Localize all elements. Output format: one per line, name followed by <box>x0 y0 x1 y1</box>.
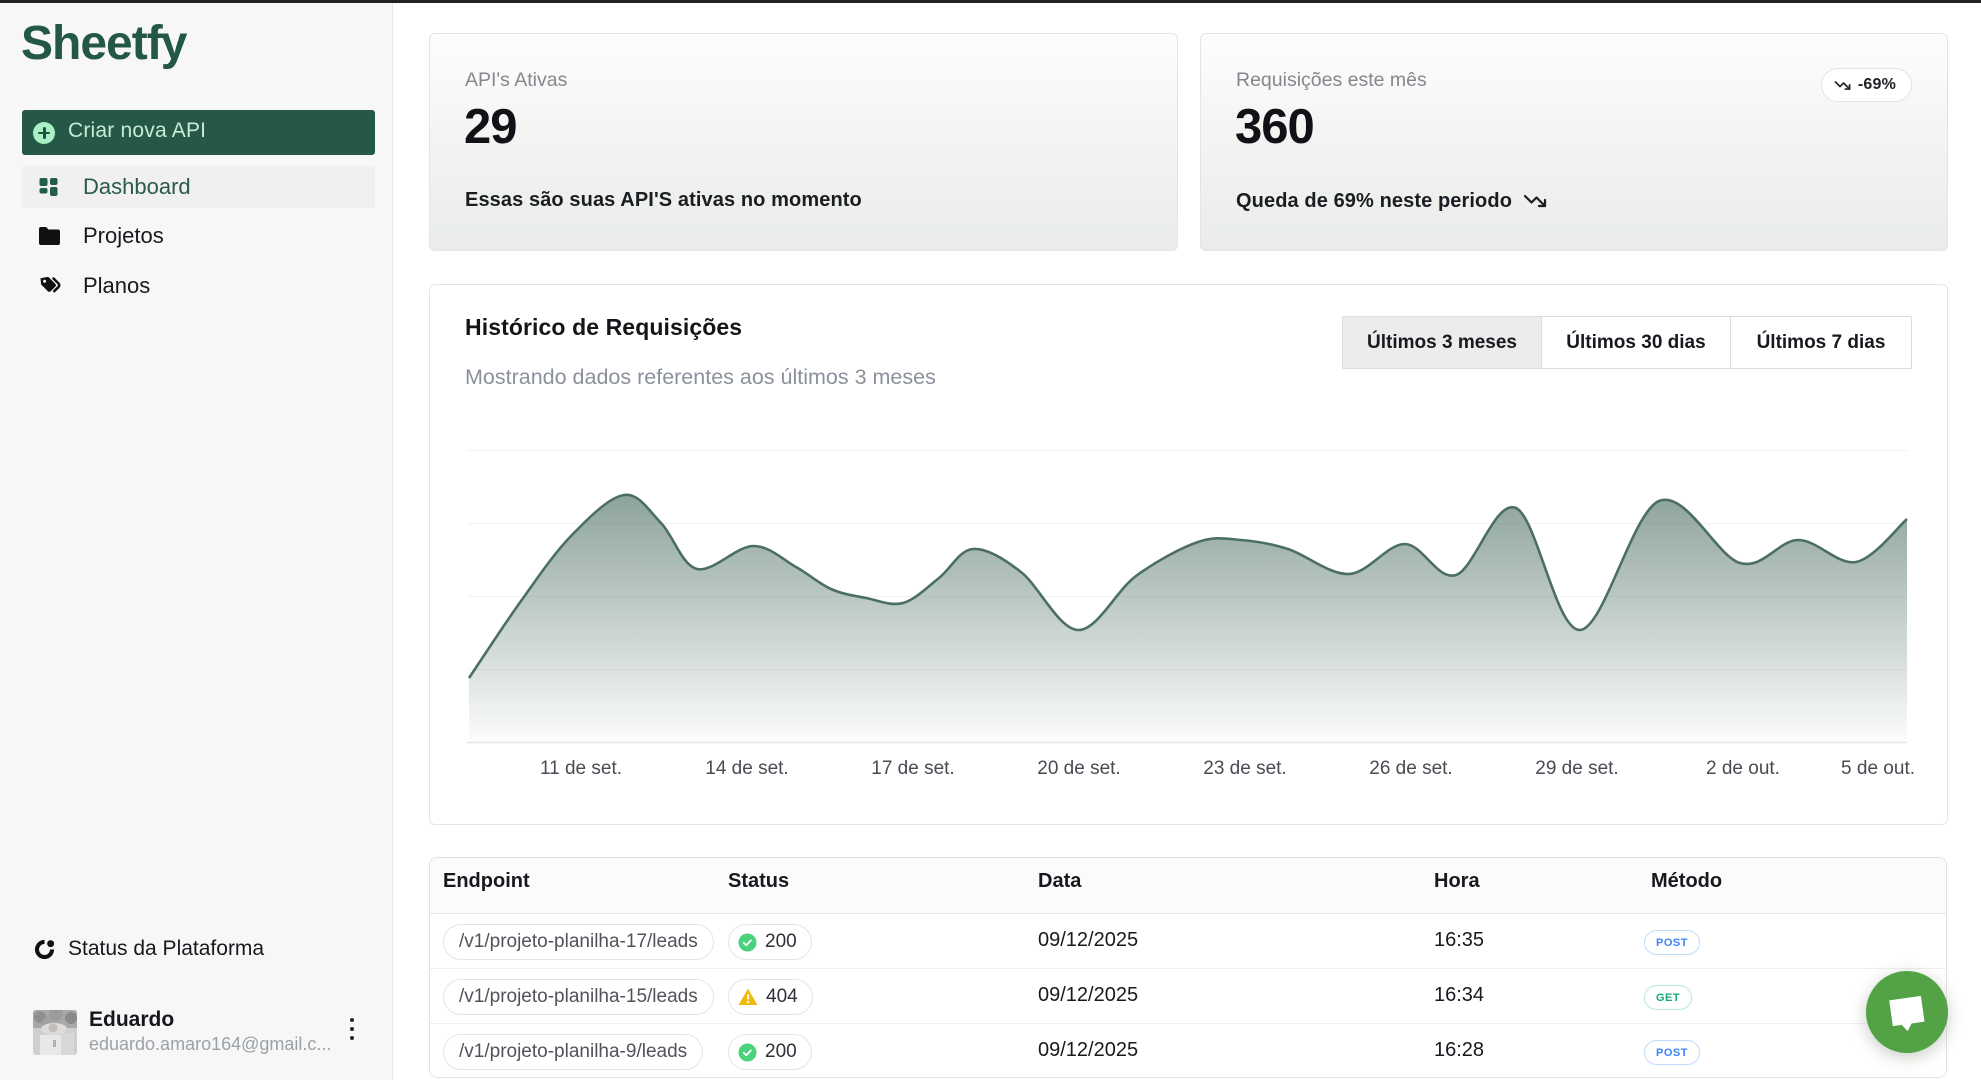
svg-text:23 de set.: 23 de set. <box>1203 758 1286 779</box>
svg-text:26 de set.: 26 de set. <box>1369 758 1452 779</box>
svg-text:20 de set.: 20 de set. <box>1037 758 1120 779</box>
svg-text:2 de out.: 2 de out. <box>1706 758 1780 779</box>
svg-text:29 de set.: 29 de set. <box>1535 758 1618 779</box>
svg-text:5 de out.: 5 de out. <box>1841 758 1915 779</box>
svg-text:17 de set.: 17 de set. <box>871 758 954 779</box>
svg-text:11 de set.: 11 de set. <box>540 758 622 779</box>
svg-text:14 de set.: 14 de set. <box>705 758 788 779</box>
